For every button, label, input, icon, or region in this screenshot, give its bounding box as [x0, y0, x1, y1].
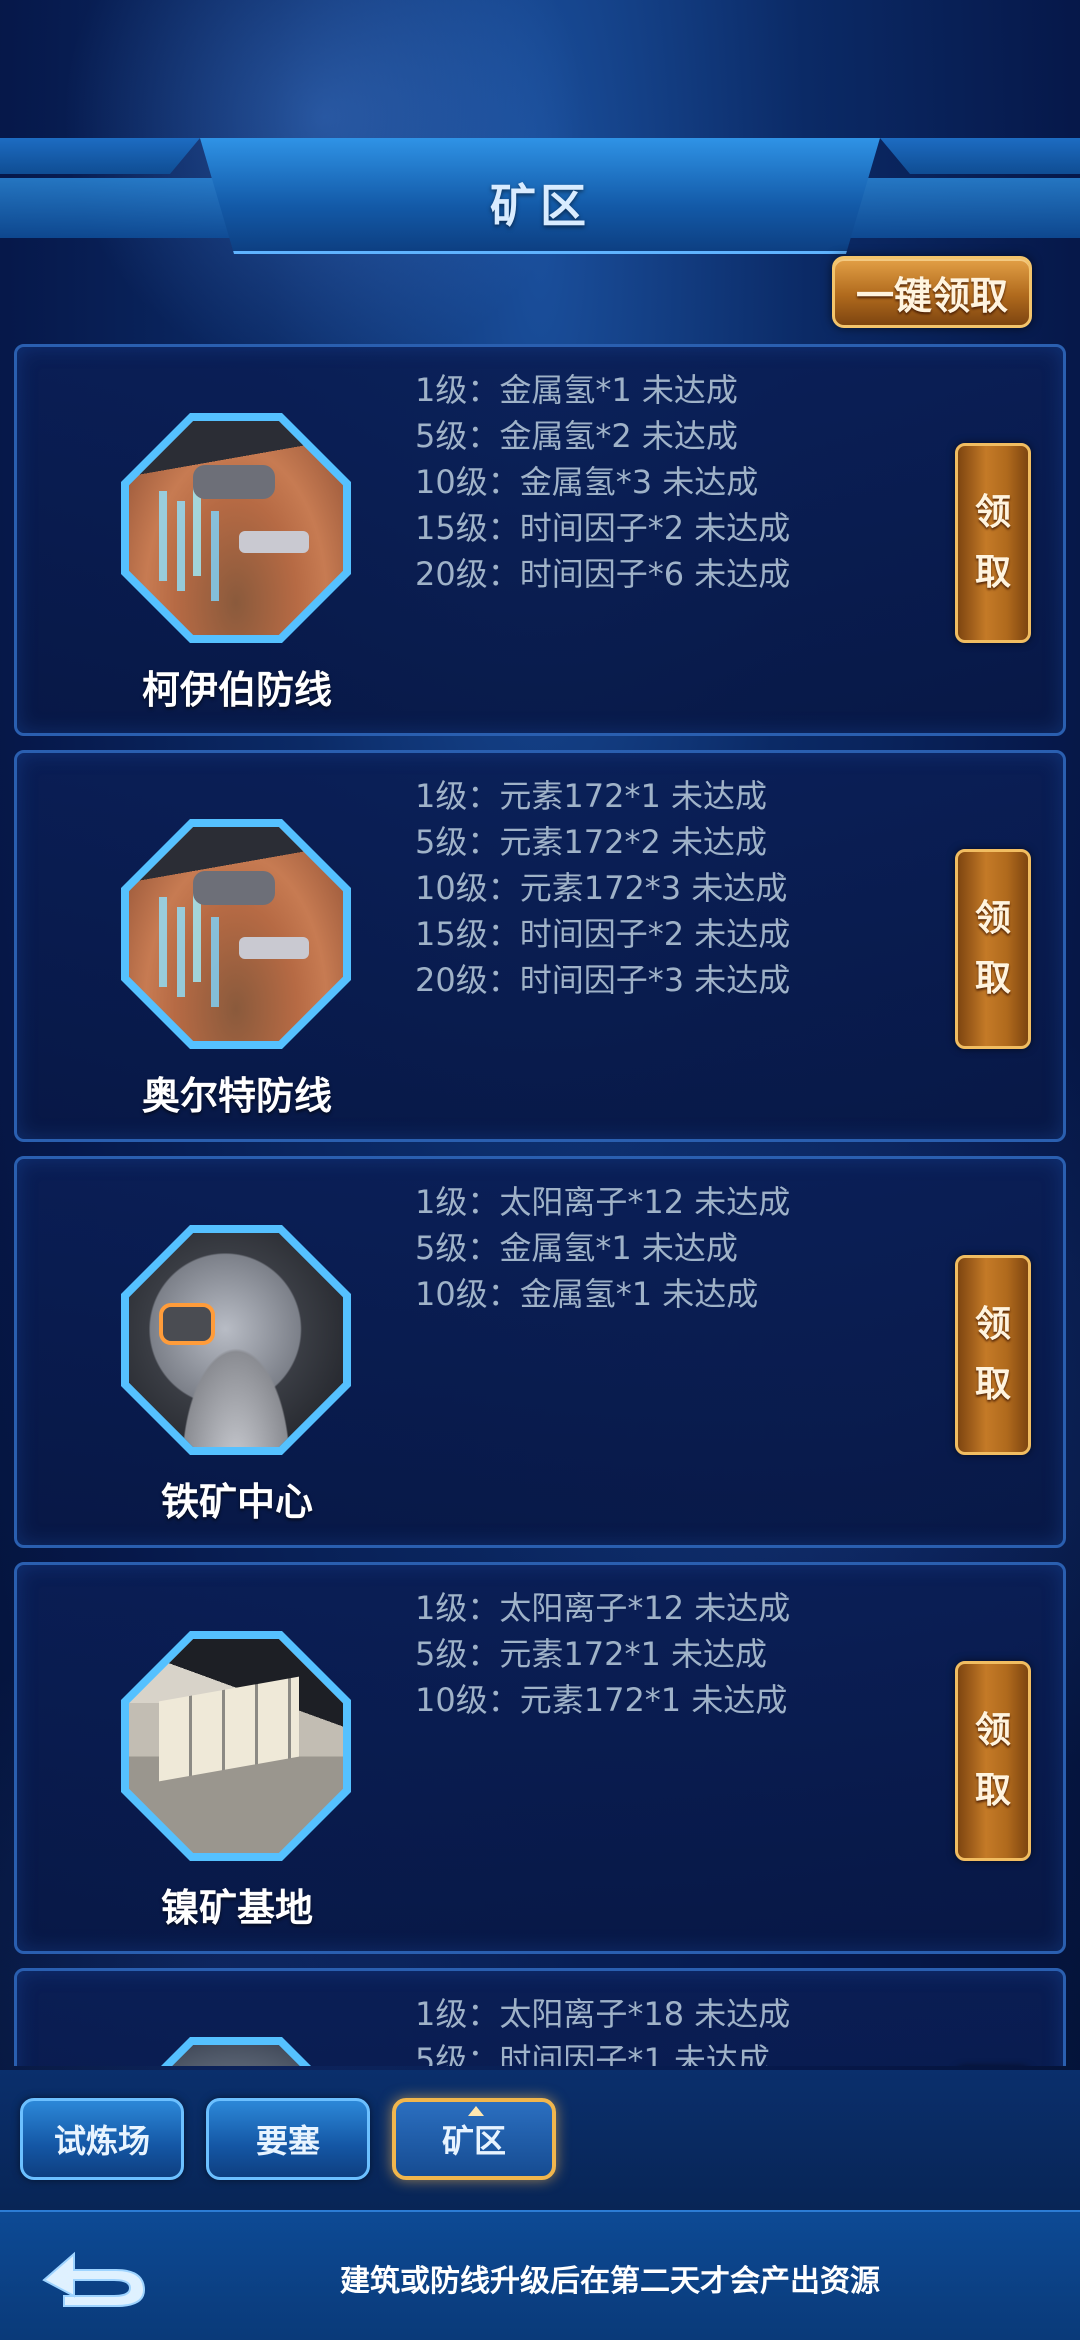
header: 矿区: [0, 138, 1080, 254]
tab-label: 矿区: [441, 2122, 506, 2160]
mine-card: 柯伊伯防线 1级：金属氢*1 未达成 5级：金属氢*2 未达成 10级：金属氢*…: [14, 344, 1066, 736]
claim-label-bottom: 取: [974, 958, 1011, 999]
reward-item: 1级：金属氢*1 未达成: [415, 371, 738, 409]
reward-item: 1级：太阳离子*12 未达成: [415, 1589, 791, 1627]
mine-name: 镍矿基地: [160, 1886, 313, 1930]
claim-label-top: 领: [974, 1710, 1011, 1751]
reward-item: 10级：金属氢*3 未达成: [415, 463, 759, 501]
reward-item: 1级：元素172*1 未达成: [415, 777, 767, 815]
reward-item: 10级：元素172*1 未达成: [415, 1681, 788, 1719]
claim-label-top: 领: [974, 898, 1011, 939]
mine-card: 铁矿中心 1级：太阳离子*12 未达成 5级：金属氢*1 未达成 10级：金属氢…: [14, 1156, 1066, 1548]
planet-outpost-image: [129, 421, 343, 635]
footer-note: 建筑或防线升级后在第二天才会产出资源: [340, 2264, 880, 2299]
footer: 建筑或防线升级后在第二天才会产出资源: [0, 2210, 1080, 2340]
reward-list: 1级：金属氢*1 未达成 5级：金属氢*2 未达成 10级：金属氢*3 未达成 …: [415, 367, 895, 597]
mine-card: 镍矿基地 1级：太阳离子*12 未达成 5级：元素172*1 未达成 10级：元…: [14, 1562, 1066, 1954]
reward-item: 5级：金属氢*1 未达成: [415, 1229, 738, 1267]
solar-base-image: [129, 1639, 343, 1853]
moon-image: [129, 2045, 343, 2066]
mine-card: 奥尔特防线 1级：元素172*1 未达成 5级：元素172*2 未达成 10级：…: [14, 750, 1066, 1142]
claim-button[interactable]: 领 取: [955, 1661, 1031, 1861]
reward-item: 20级：时间因子*6 未达成: [415, 555, 791, 593]
reward-item: 20级：时间因子*3 未达成: [415, 961, 791, 999]
claim-label-top: 领: [974, 1304, 1011, 1345]
mine-image-frame: [121, 819, 351, 1049]
claim-button[interactable]: 领 取: [955, 849, 1031, 1049]
claim-button[interactable]: 领 取: [955, 1255, 1031, 1455]
mine-name: 柯伊伯防线: [141, 668, 332, 712]
tab-bar: 试炼场 要塞 矿区: [0, 2070, 1080, 2210]
mine-image-frame: [121, 413, 351, 643]
claim-button[interactable]: 领 取: [955, 443, 1031, 643]
tab-fortress[interactable]: 要塞: [206, 2098, 370, 2180]
claim-all-button[interactable]: 一键领取: [832, 256, 1032, 328]
mine-card: 1级：太阳离子*18 未达成 5级：时间因子*1 未达成: [14, 1968, 1066, 2066]
page-title: 矿区: [490, 179, 590, 233]
back-arrow-icon[interactable]: [34, 2240, 154, 2312]
reward-item: 5级：元素172*1 未达成: [415, 1635, 767, 1673]
reward-list: 1级：太阳离子*18 未达成 5级：时间因子*1 未达成: [415, 1991, 895, 2066]
mine-list[interactable]: 柯伊伯防线 1级：金属氢*1 未达成 5级：金属氢*2 未达成 10级：金属氢*…: [14, 344, 1066, 2066]
header-wing-right: [880, 138, 1080, 174]
active-tab-indicator-icon: [468, 2106, 484, 2116]
mine-image-frame: [121, 1225, 351, 1455]
reward-list: 1级：太阳离子*12 未达成 5级：元素172*1 未达成 10级：元素172*…: [415, 1585, 895, 1723]
header-wing-left: [0, 138, 200, 174]
reward-item: 1级：太阳离子*18 未达成: [415, 1995, 791, 2033]
reward-item: 15级：时间因子*2 未达成: [415, 915, 791, 953]
reward-list: 1级：太阳离子*12 未达成 5级：金属氢*1 未达成 10级：金属氢*1 未达…: [415, 1179, 895, 1317]
claim-label-bottom: 取: [974, 1364, 1011, 1405]
mine-name: 奥尔特防线: [141, 1074, 332, 1118]
mine-name: 铁矿中心: [160, 1480, 313, 1524]
reward-item: 15级：时间因子*2 未达成: [415, 509, 791, 547]
claim-label-bottom: 取: [974, 1770, 1011, 1811]
mine-image-frame: [121, 2037, 351, 2066]
tab-trial-ground[interactable]: 试炼场: [20, 2098, 184, 2180]
tab-mining-area[interactable]: 矿区: [392, 2098, 556, 2180]
mine-image-frame: [121, 1631, 351, 1861]
reward-item: 10级：元素172*3 未达成: [415, 869, 788, 907]
reward-item: 5级：元素172*2 未达成: [415, 823, 767, 861]
reward-item: 5级：时间因子*1 未达成: [415, 2041, 770, 2066]
planet-outpost-image: [129, 827, 343, 1041]
moon-dome-image: [129, 1233, 343, 1447]
reward-item: 10级：金属氢*1 未达成: [415, 1275, 759, 1313]
claim-label-top: 领: [974, 492, 1011, 533]
claim-label-bottom: 取: [974, 552, 1011, 593]
reward-item: 1级：太阳离子*12 未达成: [415, 1183, 791, 1221]
reward-item: 5级：金属氢*2 未达成: [415, 417, 738, 455]
reward-list: 1级：元素172*1 未达成 5级：元素172*2 未达成 10级：元素172*…: [415, 773, 895, 1003]
